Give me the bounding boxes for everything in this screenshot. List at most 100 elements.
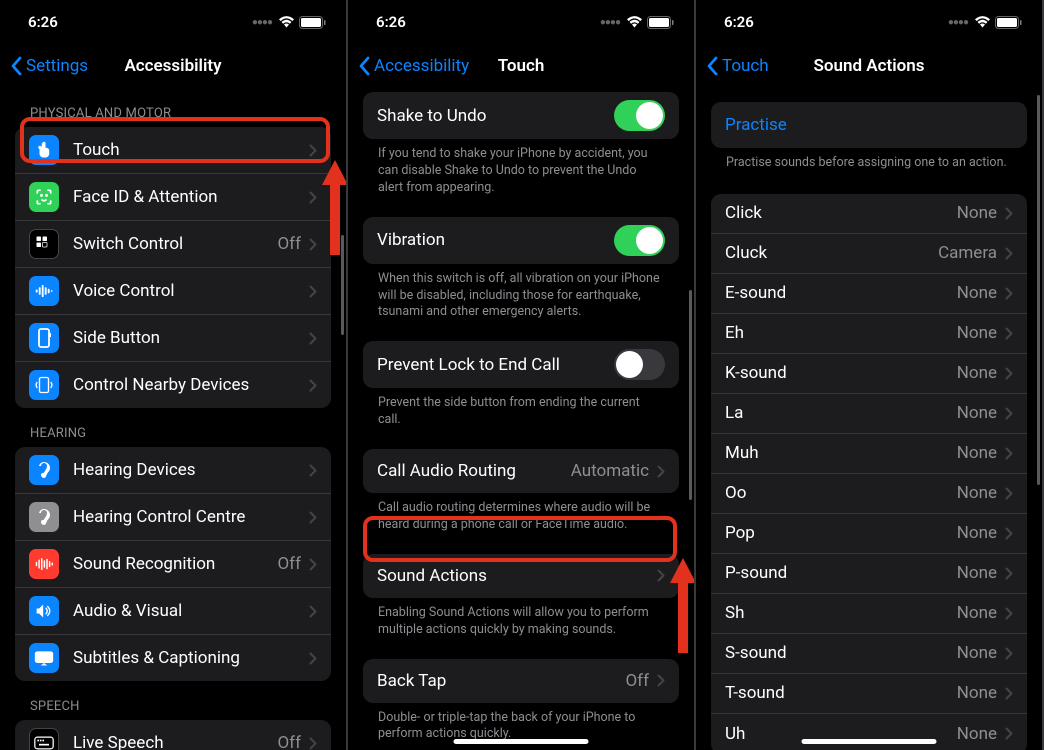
back-button[interactable]: Accessibility — [358, 56, 469, 76]
toggle-prevent-lock[interactable] — [614, 349, 665, 380]
row-value: None — [957, 483, 997, 503]
group-hearing: Hearing DevicesHearing Control CentreSou… — [15, 447, 331, 681]
row-label: K-sound — [725, 363, 957, 383]
row-label: Back Tap — [377, 671, 625, 691]
row-icon — [29, 229, 59, 259]
group-sound-actions: Sound Actions — [363, 554, 679, 598]
list-item[interactable]: Face ID & Attention — [15, 174, 331, 221]
chevron-right-icon — [1005, 367, 1013, 380]
list-item[interactable]: Sound RecognitionOff — [15, 541, 331, 588]
row-label: Subtitles & Captioning — [73, 648, 309, 668]
row-value: Automatic — [571, 461, 649, 481]
row-audio-routing[interactable]: Call Audio Routing Automatic — [363, 449, 679, 493]
footer-shake: If you tend to shake your iPhone by acci… — [348, 139, 694, 201]
back-button[interactable]: Settings — [10, 56, 88, 76]
content-scroll[interactable]: Shake to Undo If you tend to shake your … — [348, 88, 694, 750]
list-item[interactable]: Touch — [15, 127, 331, 174]
chevron-right-icon — [309, 332, 317, 345]
row-icon — [29, 728, 59, 750]
row-sound-actions[interactable]: Sound Actions — [363, 554, 679, 598]
cellular-icon: ●●●● — [948, 17, 968, 28]
list-item[interactable]: P-soundNone — [711, 554, 1027, 594]
chevron-right-icon — [309, 379, 317, 392]
toggle-shake[interactable] — [614, 100, 665, 131]
row-label: Oo — [725, 483, 957, 503]
chevron-right-icon — [1005, 447, 1013, 460]
row-shake-to-undo[interactable]: Shake to Undo — [363, 92, 679, 139]
back-label: Settings — [26, 56, 88, 76]
list-item[interactable]: Hearing Devices — [15, 447, 331, 494]
chevron-right-icon — [1005, 207, 1013, 220]
nav-bar: Accessibility Touch — [348, 44, 694, 88]
chevron-right-icon — [657, 674, 665, 687]
row-value: None — [957, 443, 997, 463]
list-item[interactable]: Audio & Visual — [15, 588, 331, 635]
list-item[interactable]: OoNone — [711, 474, 1027, 514]
row-label: Pop — [725, 523, 957, 543]
home-indicator — [454, 739, 589, 744]
row-back-tap[interactable]: Back Tap Off — [363, 659, 679, 703]
section-header-physical: PHYSICAL AND MOTOR — [0, 88, 346, 127]
list-item[interactable]: Switch ControlOff — [15, 221, 331, 268]
list-item[interactable]: Subtitles & Captioning — [15, 635, 331, 681]
chevron-left-icon — [10, 56, 22, 76]
chevron-right-icon — [309, 558, 317, 571]
list-item[interactable]: Voice Control — [15, 268, 331, 315]
list-item[interactable]: CluckCamera — [711, 234, 1027, 274]
row-label: Call Audio Routing — [377, 461, 571, 481]
row-value: None — [957, 683, 997, 703]
list-item[interactable]: E-soundNone — [711, 274, 1027, 314]
list-item[interactable]: EhNone — [711, 314, 1027, 354]
list-item[interactable]: Side Button — [15, 315, 331, 362]
row-value: Off — [277, 234, 301, 254]
row-icon — [29, 549, 59, 579]
row-label: Control Nearby Devices — [73, 375, 309, 395]
footer-vibration: When this switch is off, all vibration o… — [348, 264, 694, 326]
list-item[interactable]: Control Nearby Devices — [15, 362, 331, 408]
row-icon — [29, 502, 59, 532]
content-scroll[interactable]: Practise Practise sounds before assignin… — [696, 88, 1042, 750]
nav-bar: Settings Accessibility — [0, 44, 346, 88]
screen-touch: 6:26 ●●●● Accessibility Touch Shake to U… — [348, 0, 696, 750]
status-bar: 6:26 ●●●● — [0, 0, 346, 44]
list-item[interactable]: Hearing Control Centre — [15, 494, 331, 541]
list-item[interactable]: T-soundNone — [711, 674, 1027, 714]
list-item[interactable]: S-soundNone — [711, 634, 1027, 674]
row-practise[interactable]: Practise — [711, 102, 1027, 148]
content-scroll[interactable]: PHYSICAL AND MOTOR Touch Face ID & Attent… — [0, 88, 346, 750]
footer-practise: Practise sounds before assigning one to … — [696, 148, 1042, 176]
nav-title: Sound Actions — [814, 56, 925, 76]
back-button[interactable]: Touch — [706, 56, 769, 76]
row-icon — [29, 135, 59, 165]
list-item[interactable]: UhNone — [711, 714, 1027, 750]
chevron-right-icon — [309, 605, 317, 618]
chevron-right-icon — [1005, 647, 1013, 660]
chevron-right-icon — [309, 464, 317, 477]
list-item[interactable]: MuhNone — [711, 434, 1027, 474]
row-label: Touch — [73, 140, 309, 160]
row-label: Muh — [725, 443, 957, 463]
list-item[interactable]: LaNone — [711, 394, 1027, 434]
wifi-icon — [974, 16, 991, 28]
toggle-vibration[interactable] — [614, 225, 665, 256]
row-label: Sound Actions — [377, 566, 657, 586]
chevron-right-icon — [1005, 487, 1013, 500]
section-header-hearing: HEARING — [0, 408, 346, 447]
list-item[interactable]: K-soundNone — [711, 354, 1027, 394]
row-vibration[interactable]: Vibration — [363, 217, 679, 264]
list-item[interactable]: PopNone — [711, 514, 1027, 554]
chevron-right-icon — [309, 285, 317, 298]
chevron-right-icon — [1005, 727, 1013, 740]
row-value: None — [957, 603, 997, 623]
group-speech: Live SpeechOffVocal Shortcuts — [15, 720, 331, 750]
row-label: Face ID & Attention — [73, 187, 309, 207]
list-item[interactable]: ClickNone — [711, 194, 1027, 234]
row-prevent-lock[interactable]: Prevent Lock to End Call — [363, 341, 679, 388]
list-item[interactable]: ShNone — [711, 594, 1027, 634]
chevron-right-icon — [657, 465, 665, 478]
row-value: Camera — [938, 243, 997, 263]
nav-title: Touch — [498, 56, 545, 76]
home-indicator — [802, 739, 937, 744]
list-item[interactable]: Live SpeechOff — [15, 720, 331, 750]
row-label: Sound Recognition — [73, 554, 277, 574]
